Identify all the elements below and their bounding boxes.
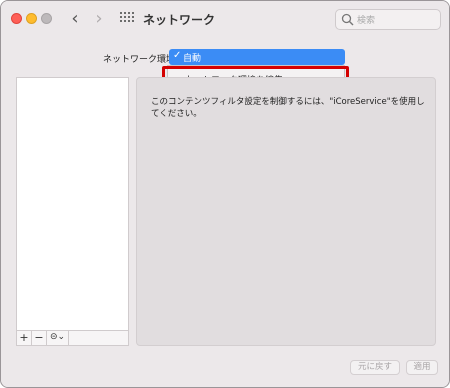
remove-service-button[interactable]: − (32, 331, 47, 345)
add-service-button[interactable]: + (17, 331, 32, 345)
revert-button[interactable]: 元に戻す (350, 360, 400, 375)
zoom-window-button[interactable] (41, 13, 52, 24)
service-list-toolbar: + − ⊝⌄ (16, 331, 129, 346)
location-popup-selected[interactable]: ✓ 自動 (169, 49, 345, 65)
window-title: ネットワーク (143, 13, 216, 27)
title-bar: ‹ › ネットワーク 検索 (1, 1, 449, 37)
search-placeholder: 検索 (357, 16, 376, 26)
location-selected-value: 自動 (183, 54, 202, 64)
forward-arrow-icon[interactable]: › (91, 9, 107, 29)
network-preferences-window: ‹ › ネットワーク 検索 ネットワーク環境： ✓ 自動 ネットワーク環境を編集… (0, 0, 450, 388)
content-filter-message: このコンテンツフィルタ設定を制御するには、"iCoreService"を使用して… (151, 97, 425, 119)
action-menu-button[interactable]: ⊝⌄ (47, 331, 69, 345)
checkmark-icon: ✓ (173, 50, 182, 61)
apply-button[interactable]: 適用 (406, 360, 438, 375)
show-all-grid-icon[interactable] (120, 12, 134, 24)
search-icon (341, 13, 354, 26)
close-window-button[interactable] (11, 13, 22, 24)
search-field[interactable]: 検索 (335, 9, 441, 30)
minimize-window-button[interactable] (26, 13, 37, 24)
detail-pane: このコンテンツフィルタ設定を制御するには、"iCoreService"を使用して… (136, 77, 436, 346)
service-list[interactable] (16, 77, 129, 331)
preferences-content: ネットワーク環境： ✓ 自動 ネットワーク環境を編集... + − ⊝⌄ このコ… (1, 37, 449, 387)
back-arrow-icon[interactable]: ‹ (67, 9, 83, 29)
